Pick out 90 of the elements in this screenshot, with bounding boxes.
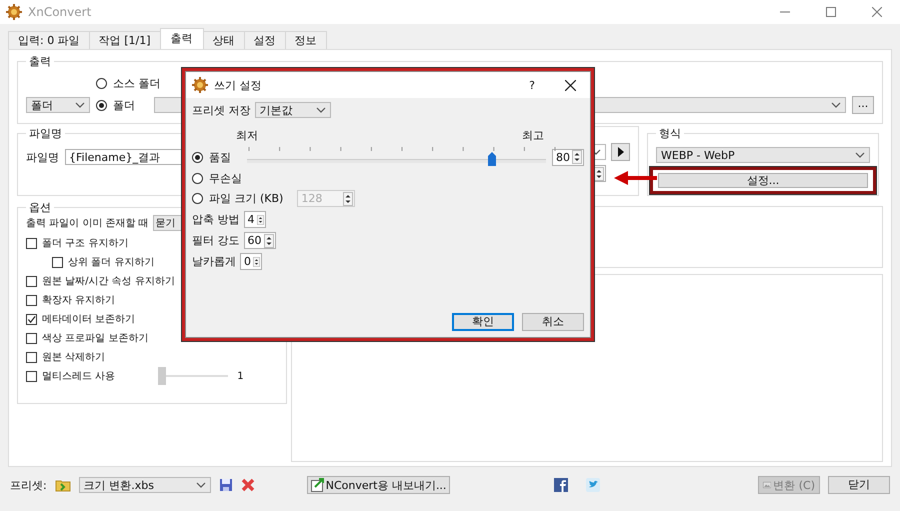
browse-button[interactable]: ... xyxy=(852,96,874,114)
checkbox[interactable] xyxy=(26,294,37,306)
group-title: 출력 xyxy=(28,54,52,69)
spin-arrows-icon xyxy=(256,212,264,226)
field-label: 프리셋 저장 xyxy=(192,102,250,118)
checkbox-label: 원본 날짜/시간 속성 유지하기 xyxy=(42,275,175,288)
arrow-icon xyxy=(614,171,657,185)
export-icon xyxy=(310,478,324,492)
export-button[interactable]: NConvert용 내보내기... xyxy=(306,476,450,494)
settings-button[interactable]: 설정... xyxy=(658,173,868,188)
checkbox-label: 색상 프로파일 보존하기 xyxy=(42,332,148,345)
caret-icon xyxy=(855,150,865,160)
radio-label: 파일 크기 (KB) xyxy=(209,191,284,206)
checkbox[interactable] xyxy=(26,238,37,248)
number-field[interactable]: 4 xyxy=(244,211,266,228)
radio-label: 품질 xyxy=(209,150,231,164)
caret-icon xyxy=(75,100,85,110)
number-field[interactable]: 60 xyxy=(244,232,276,249)
radio-button[interactable] xyxy=(96,78,107,88)
group-title: 파일명 xyxy=(28,126,63,141)
close-button[interactable]: 닫기 xyxy=(828,476,890,494)
slider-max-label: 최고 xyxy=(522,128,544,143)
dialog-title: 쓰기 설정 xyxy=(214,78,262,92)
tab[interactable]: 정보 xyxy=(284,31,326,49)
caret-icon xyxy=(831,100,841,110)
radio-button[interactable] xyxy=(192,193,203,204)
facebook-icon xyxy=(554,478,568,492)
radio-label: 폴더 xyxy=(113,98,135,112)
checkbox-label: 확장자 유지하기 xyxy=(42,294,116,307)
caret-icon xyxy=(196,480,206,490)
field-label: 파일명 xyxy=(26,150,59,164)
cancel-button[interactable]: 취소 xyxy=(522,313,584,331)
help-button[interactable]: ? xyxy=(529,78,535,92)
field-label: 출력 파일이 이미 존재할 때 xyxy=(26,217,149,230)
twitter-icon xyxy=(586,478,600,492)
spin-arrows-icon xyxy=(264,234,274,248)
field-label: 필터 강도 xyxy=(192,233,240,248)
radio-label: 소스 폴더 xyxy=(113,76,160,90)
checkbox[interactable] xyxy=(52,256,63,268)
checkbox-label: 메타데이터 보존하기 xyxy=(42,313,136,326)
slider-thumb[interactable] xyxy=(487,152,497,166)
save-icon xyxy=(218,478,233,492)
tab[interactable]: 입력: 0 파일 xyxy=(8,31,90,49)
play-button-icon xyxy=(611,143,630,161)
checkbox[interactable] xyxy=(26,276,37,286)
close-icon xyxy=(872,7,882,17)
checkbox[interactable] xyxy=(26,314,37,324)
tab[interactable]: 출력 xyxy=(160,28,204,49)
tab[interactable]: 설정 xyxy=(244,31,286,49)
number-field[interactable]: 0 xyxy=(240,253,262,270)
spin-arrows-icon xyxy=(594,166,604,180)
app-logo-icon xyxy=(192,77,208,93)
field-label: 날카롭게 xyxy=(192,254,236,269)
maximize-icon xyxy=(826,7,836,17)
group-title: 옵션 xyxy=(28,200,52,215)
format-dropdown[interactable]: WEBP - WebP xyxy=(656,147,870,163)
field-label: 압축 방법 xyxy=(192,212,240,227)
preset-label: 프리셋: xyxy=(10,478,47,492)
checkbox[interactable] xyxy=(26,370,37,382)
radio-button[interactable] xyxy=(96,100,107,110)
group-title: 형식 xyxy=(658,126,682,141)
checkbox-label: 원본 삭제하기 xyxy=(42,351,106,364)
delete-icon xyxy=(240,478,255,492)
checkbox-label: 멀티스레드 사용 xyxy=(42,370,116,383)
slider-thumb[interactable] xyxy=(158,367,166,385)
radio-button[interactable] xyxy=(192,173,203,184)
spin-arrows-icon xyxy=(343,192,354,206)
slider-value: 1 xyxy=(237,370,244,382)
radio-button[interactable] xyxy=(192,152,203,162)
mode-dropdown[interactable]: 폴더 xyxy=(26,97,90,113)
tab[interactable]: 작업 [1/1] xyxy=(88,31,160,49)
checkbox-label: 상위 폴더 유지하기 xyxy=(68,256,154,269)
close-icon xyxy=(565,80,576,90)
tab[interactable]: 상태 xyxy=(202,31,244,49)
app-logo-icon xyxy=(6,4,22,20)
checkbox-label: 폴더 구조 유지하기 xyxy=(42,237,128,250)
preset-dropdown[interactable]: 기본값 xyxy=(254,102,330,118)
check-icon xyxy=(27,314,36,324)
quality-field[interactable]: 80 xyxy=(552,148,584,166)
checkbox[interactable] xyxy=(26,332,37,344)
slider-min-label: 최저 xyxy=(236,128,258,143)
radio-label: 무손실 xyxy=(209,171,242,186)
window-title: XnConvert xyxy=(28,5,92,19)
checkbox[interactable] xyxy=(26,352,37,362)
spin-arrows-icon xyxy=(253,254,260,268)
preset-dropdown[interactable]: 크기 변환.xbs xyxy=(78,477,211,493)
spin-arrows-icon xyxy=(572,150,582,164)
caret-icon xyxy=(316,105,326,115)
ok-button[interactable]: 확인 xyxy=(452,313,514,331)
thread-slider[interactable] xyxy=(158,367,228,385)
